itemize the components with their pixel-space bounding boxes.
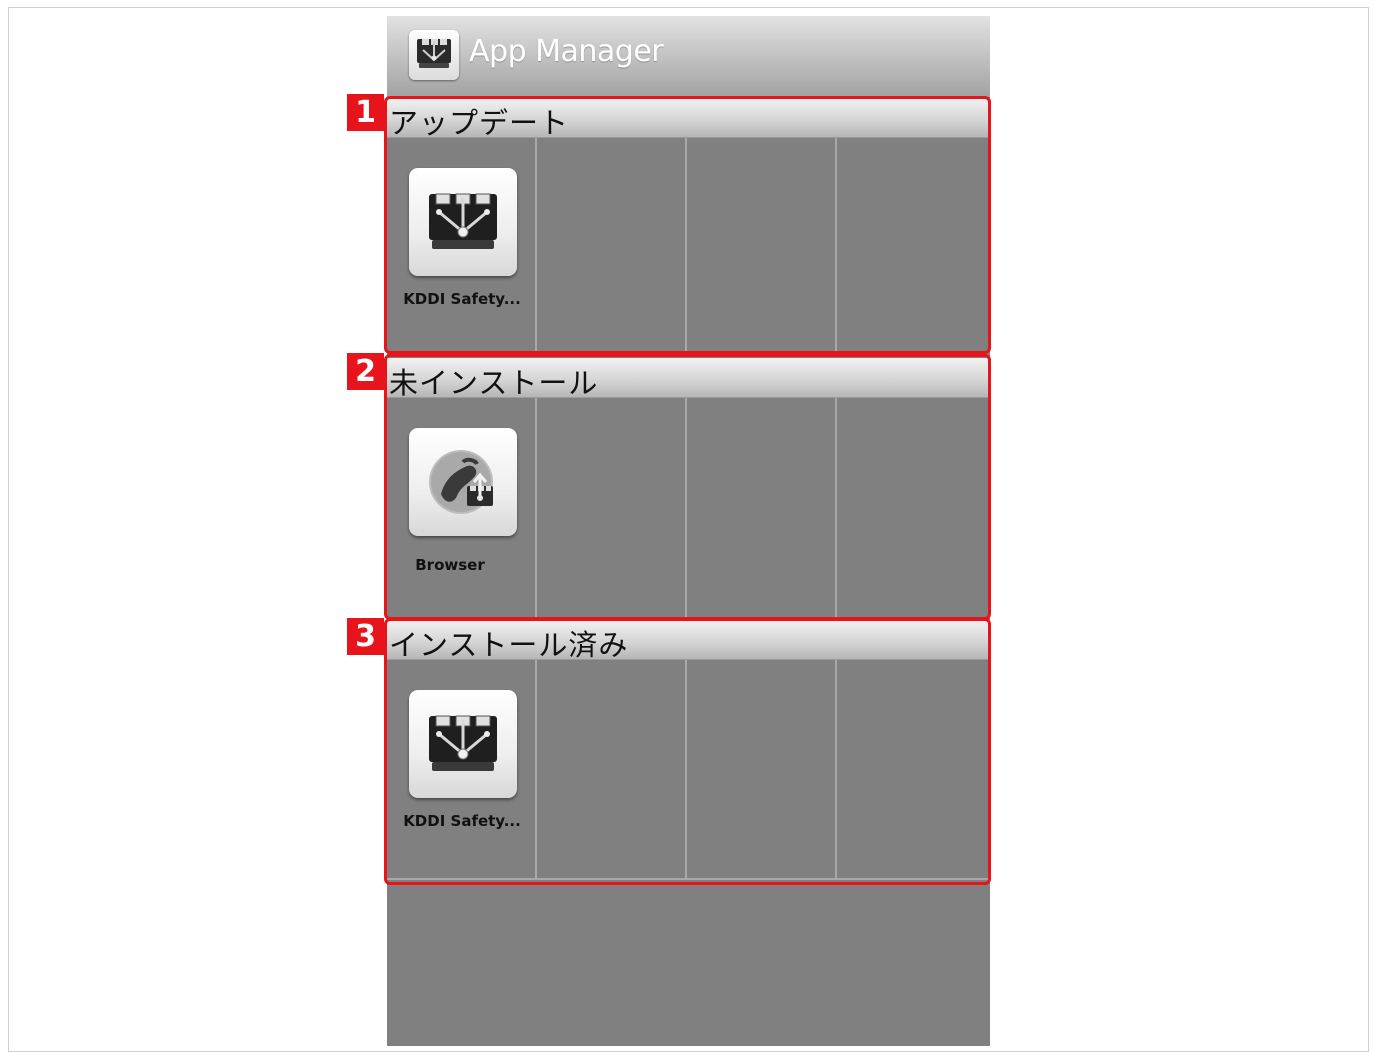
kddi-safety-icon[interactable] — [409, 690, 517, 798]
section-title: アップデート — [389, 106, 570, 140]
section-installed: インストール済み KDDI Safety... — [387, 620, 990, 882]
empty-tile — [687, 398, 837, 618]
section-header: 未インストール — [387, 358, 990, 400]
app-tile[interactable]: Browser — [387, 398, 537, 618]
browser-icon[interactable] — [409, 428, 517, 536]
badge-3: 3 — [347, 618, 384, 655]
badge-1: 1 — [347, 94, 384, 131]
empty-tile — [687, 138, 837, 354]
app-title: App Manager — [469, 34, 664, 69]
section-update: アップデート KDDI Safety... — [387, 98, 990, 356]
empty-tile — [687, 660, 837, 878]
app-grid: KDDI Safety... — [387, 138, 990, 354]
badge-2: 2 — [347, 353, 384, 390]
section-header: インストール済み — [387, 620, 990, 662]
phone-screen: App Manager アップデート KDDI Safety... 未インストー… — [387, 16, 990, 1046]
app-label: KDDI Safety... — [403, 290, 521, 308]
section-title: 未インストール — [389, 366, 599, 400]
empty-tile — [537, 398, 687, 618]
empty-tile — [837, 138, 990, 354]
app-tile[interactable]: KDDI Safety... — [387, 138, 537, 354]
title-bar: App Manager — [387, 16, 990, 97]
section-not-installed: 未インストール Browser — [387, 358, 990, 620]
empty-tile — [837, 660, 990, 878]
grid-divider — [387, 878, 990, 880]
kddi-safety-icon[interactable] — [409, 168, 517, 276]
section-title: インストール済み — [389, 628, 629, 662]
empty-tile — [537, 138, 687, 354]
app-label: KDDI Safety... — [403, 812, 521, 830]
section-header: アップデート — [387, 98, 990, 140]
empty-tile — [537, 660, 687, 878]
app-grid: KDDI Safety... — [387, 660, 990, 878]
app-grid: Browser — [387, 398, 990, 618]
app-tile[interactable]: KDDI Safety... — [387, 660, 537, 878]
app-manager-icon — [409, 30, 459, 80]
empty-tile — [837, 398, 990, 618]
app-label: Browser — [415, 556, 485, 574]
